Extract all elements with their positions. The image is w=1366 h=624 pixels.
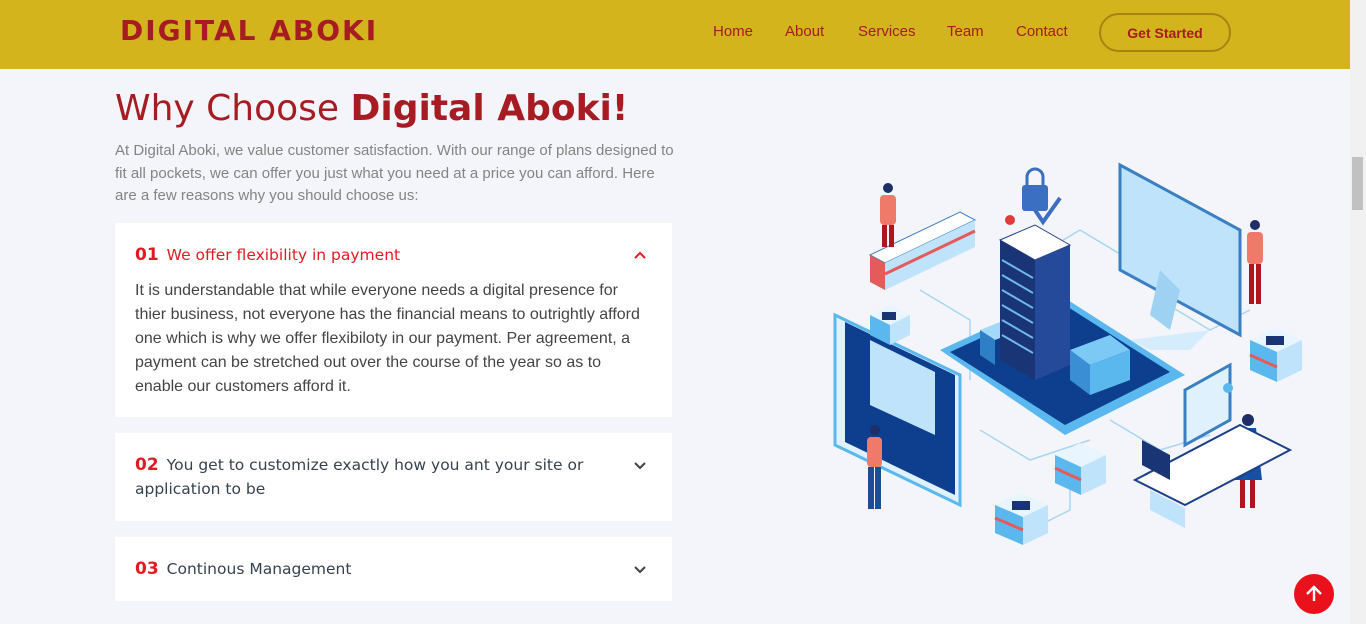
scrollbar-thumb[interactable] xyxy=(1352,157,1363,210)
nav-services[interactable]: Services xyxy=(858,23,916,40)
chevron-down-icon[interactable] xyxy=(628,557,652,581)
faq-question-text: We offer flexibility in payment xyxy=(166,246,401,264)
faq-question-text: Continous Management xyxy=(166,560,352,578)
faq-item-2[interactable]: 02 You get to customize exactly how you a… xyxy=(115,433,672,521)
chevron-up-icon[interactable] xyxy=(628,243,652,267)
section-intro: At Digital Aboki, we value customer sati… xyxy=(115,142,674,204)
site-logo[interactable]: DIGITAL ABOKI xyxy=(120,14,378,47)
isometric-city-illustration xyxy=(833,162,1302,545)
chevron-down-icon[interactable] xyxy=(628,453,652,477)
back-to-top-button[interactable] xyxy=(1294,574,1334,614)
nav-home[interactable]: Home xyxy=(713,23,753,40)
faq-answer-1: It is understandable that while everyone… xyxy=(135,282,640,395)
faq-number: 02 xyxy=(135,455,159,475)
page-scrollbar[interactable] xyxy=(1350,0,1366,624)
site-header: DIGITAL ABOKI Home About Services Team C… xyxy=(0,0,1350,69)
faq-question-1[interactable]: 01 We offer flexibility in payment xyxy=(135,243,652,267)
nav-contact[interactable]: Contact xyxy=(1016,23,1068,40)
section-title: Why Choose Digital Aboki! xyxy=(115,88,628,129)
faq-question-3[interactable]: 03 Continous Management xyxy=(135,557,652,581)
title-bold: Digital Aboki! xyxy=(350,88,629,129)
nav-about[interactable]: About xyxy=(785,23,824,40)
faq-item-1[interactable]: 01 We offer flexibility in payment It is … xyxy=(115,223,672,417)
get-started-button[interactable]: Get Started xyxy=(1099,13,1231,52)
faq-item-3[interactable]: 03 Continous Management xyxy=(115,537,672,601)
faq-question-2[interactable]: 02 You get to customize exactly how you a… xyxy=(135,453,652,501)
faq-number: 03 xyxy=(135,559,159,579)
faq-number: 01 xyxy=(135,245,159,265)
faq-question-text: You get to customize exactly how you ant… xyxy=(135,456,584,498)
arrow-up-icon xyxy=(1306,585,1322,601)
nav-team[interactable]: Team xyxy=(947,23,984,40)
title-regular: Why Choose xyxy=(115,88,351,129)
